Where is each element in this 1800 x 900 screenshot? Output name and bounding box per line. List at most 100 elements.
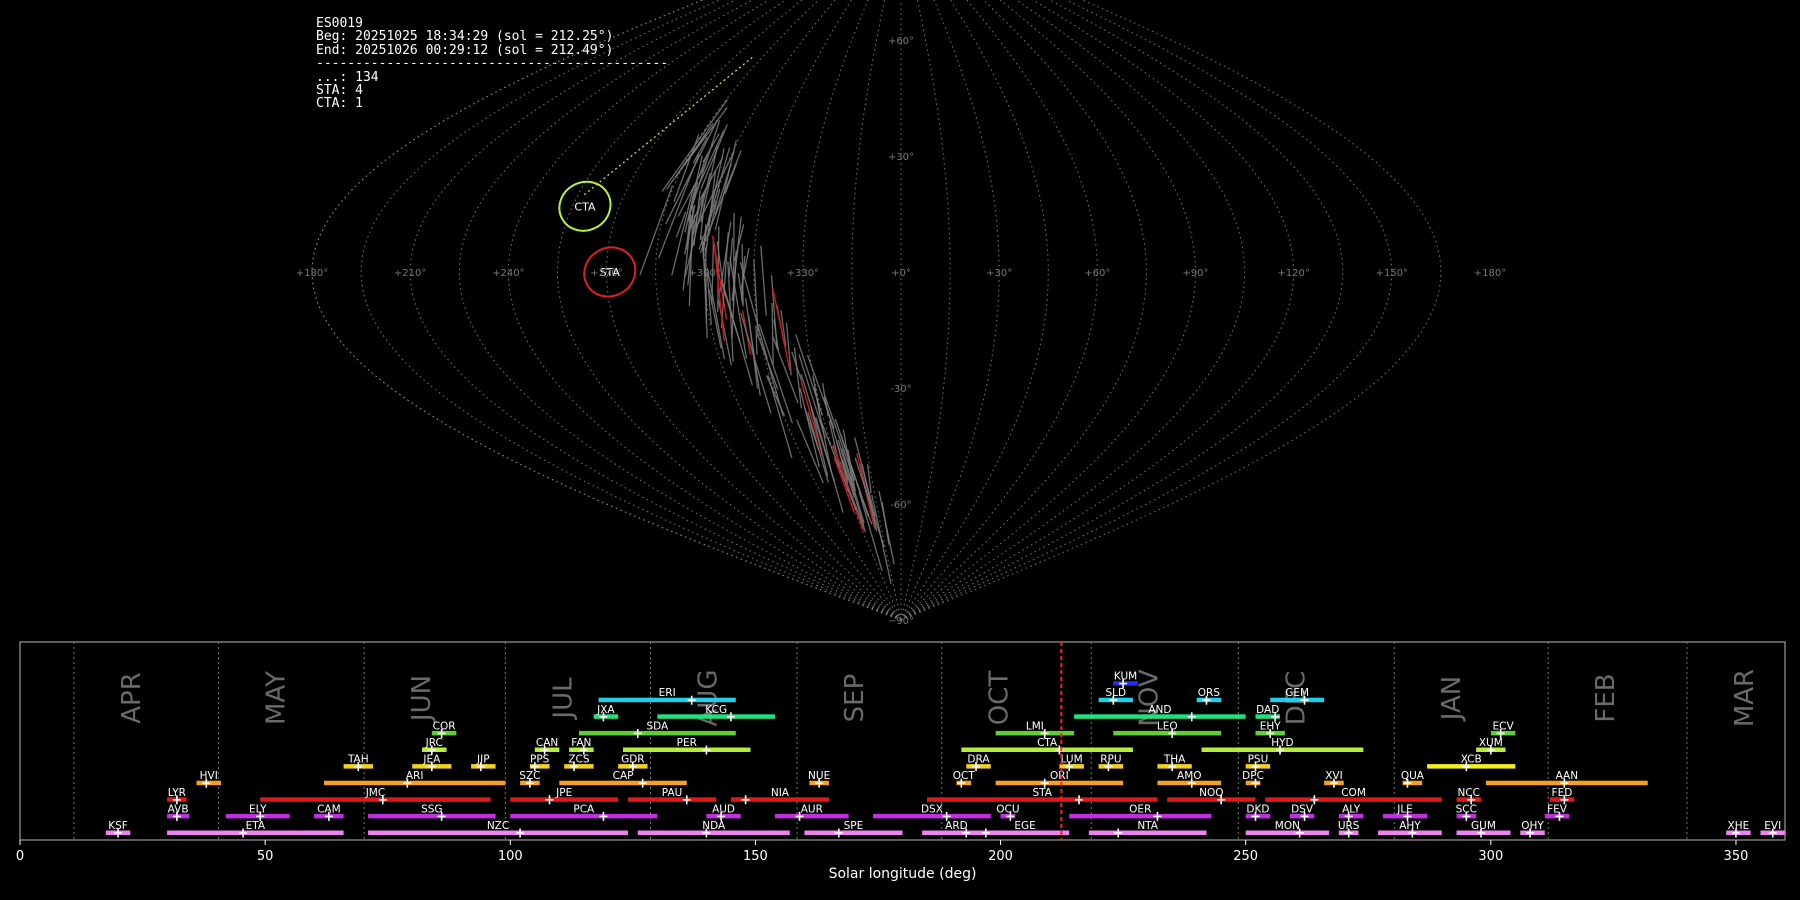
meteor-trails bbox=[583, 54, 895, 584]
month-label: JUL bbox=[548, 677, 578, 721]
ra-tick-label: +150° bbox=[1376, 268, 1408, 279]
shower-bar-label: SPE bbox=[844, 820, 864, 832]
shower-bar-label: PPS bbox=[530, 754, 550, 766]
ra-tick-label: +240° bbox=[492, 268, 524, 279]
shower-bar-label: GEM bbox=[1285, 687, 1309, 699]
x-tick-label: 300 bbox=[1478, 849, 1503, 864]
shower-bar-label: DKD bbox=[1246, 803, 1269, 815]
ra-tick-label: +300° bbox=[688, 268, 720, 279]
shower-bar-label: GDR bbox=[621, 754, 645, 766]
shower-bar-label: JIP bbox=[476, 754, 490, 766]
shower-bar-label: KCG bbox=[705, 704, 727, 716]
shower-bar-label: RPU bbox=[1100, 754, 1121, 766]
dec-tick-label: −90° bbox=[888, 616, 914, 627]
shower-bar-label: DPC bbox=[1242, 770, 1264, 782]
month-label: JUN bbox=[407, 675, 437, 723]
month-label: MAR bbox=[1730, 669, 1760, 727]
shower-bar-label: EGE bbox=[1014, 820, 1035, 832]
meridian-line bbox=[311, 0, 902, 621]
shower-bar-label: CAP bbox=[613, 770, 634, 782]
shower-bar-label: JLE bbox=[1396, 803, 1413, 815]
shower-bar-label: NOO bbox=[1199, 787, 1223, 799]
shower-bar-label: ERI bbox=[659, 687, 676, 699]
ra-tick-label: +210° bbox=[394, 268, 426, 279]
shower-bar-label: AMO bbox=[1177, 770, 1202, 782]
month-label: JAN bbox=[1437, 676, 1467, 722]
shower-bar-label: OCT bbox=[953, 770, 976, 782]
shower-bar-label: LYR bbox=[168, 787, 186, 799]
meridian-line bbox=[360, 0, 902, 621]
shower-bar-label: THA bbox=[1163, 754, 1186, 766]
x-tick-label: 250 bbox=[1233, 849, 1258, 864]
meteor-trail bbox=[639, 185, 674, 276]
shower-bar-label: NCC bbox=[1458, 787, 1481, 799]
x-tick-label: 50 bbox=[257, 849, 274, 864]
meridian-line bbox=[704, 0, 902, 621]
shower-bar-label: FEV bbox=[1547, 803, 1568, 815]
shower-bar-label: CAM bbox=[317, 803, 341, 815]
shower-bar-label: FAN bbox=[571, 737, 591, 749]
shower-bar-label: LUM bbox=[1061, 754, 1083, 766]
meridian-line bbox=[900, 0, 1000, 621]
shower-bar-label: ARD bbox=[945, 820, 968, 832]
meteor-trail bbox=[744, 298, 761, 396]
ra-tick-label: +60° bbox=[1084, 268, 1110, 279]
ra-tick-label: +330° bbox=[787, 268, 819, 279]
shower-bar-label: SDA bbox=[646, 720, 669, 732]
shower-bar-label: CTA bbox=[1037, 737, 1058, 749]
sky-map-chart: CTASTA +180° +150° +120° +90° +60° +30° +0° +33… bbox=[296, 0, 1506, 627]
x-tick-label: 200 bbox=[988, 849, 1013, 864]
shower-bar-label: JRC bbox=[425, 737, 443, 749]
ra-tick-label: +180° bbox=[296, 268, 328, 279]
shower-bar-label: OER bbox=[1129, 803, 1151, 815]
shower-bar-label: NIA bbox=[771, 787, 790, 799]
ra-tick-label: +30° bbox=[986, 268, 1012, 279]
meridian-line bbox=[556, 0, 902, 621]
meridian-line bbox=[409, 0, 902, 621]
shower-bar-label: LEO bbox=[1157, 720, 1178, 732]
shower-bar-label: AHY bbox=[1399, 820, 1421, 832]
shower-bar-label: LMI bbox=[1026, 720, 1044, 732]
meridian-line bbox=[311, 0, 902, 621]
shower-bar-label: PAU bbox=[662, 787, 683, 799]
shower-bar-label: SZC bbox=[519, 770, 540, 782]
shower-bar-label: MON bbox=[1275, 820, 1300, 832]
shower-bar-label: AVB bbox=[168, 803, 189, 815]
ra-tick-label: +0° bbox=[891, 268, 911, 279]
shower-bar-label: GUM bbox=[1471, 820, 1496, 832]
shower-bar-label: NDA bbox=[702, 820, 726, 832]
dec-tick-label: +60° bbox=[888, 36, 914, 47]
shower-bar-label: SCC bbox=[1456, 803, 1477, 815]
x-axis: 0 50 100 150 200 250 300 350 Solar longitude (de… bbox=[16, 840, 1748, 882]
shower-bar-label: SLD bbox=[1105, 687, 1126, 699]
x-tick-label: 100 bbox=[498, 849, 523, 864]
meridian-line bbox=[900, 0, 1147, 621]
shower-bar-label: DSX bbox=[921, 803, 943, 815]
shower-bar-label: DSV bbox=[1291, 803, 1314, 815]
shower-bar-label: ORS bbox=[1198, 687, 1221, 699]
shower-bar-label: AUR bbox=[801, 803, 823, 815]
shower-bar-label: HYD bbox=[1271, 737, 1293, 749]
shower-bar-label: ORI bbox=[1050, 770, 1069, 782]
shower-bar-label: EHY bbox=[1260, 720, 1282, 732]
meridian-line bbox=[900, 0, 1393, 621]
shower-bar-label: PSU bbox=[1248, 754, 1269, 766]
shower-bar-label: COR bbox=[433, 720, 456, 732]
dec-tick-label: -60° bbox=[890, 500, 911, 511]
shower-bar-label: ZCS bbox=[568, 754, 590, 766]
shower-bar-label: KUM bbox=[1114, 671, 1137, 683]
meridian-line bbox=[900, 0, 1442, 621]
shower-timeline-chart: APRMAYJUNJULAUGSEPOCTNOVDECJANFEBMAR KSF… bbox=[16, 641, 1786, 882]
shower-bar-label: FED bbox=[1552, 787, 1573, 799]
shower-bar-label: ECV bbox=[1493, 720, 1515, 732]
meridian-line bbox=[900, 0, 1049, 621]
ra-tick-label: +180° bbox=[1474, 268, 1506, 279]
shower-bar-label: ETA bbox=[246, 820, 266, 832]
meteor-trail bbox=[837, 439, 865, 528]
sky-grid bbox=[311, 0, 1442, 621]
month-label: FEB bbox=[1591, 673, 1621, 722]
shower-bar-label: PER bbox=[677, 737, 697, 749]
shower-bar-label: CAN bbox=[536, 737, 558, 749]
month-label: APR bbox=[117, 672, 147, 724]
meridian-line bbox=[507, 0, 902, 621]
